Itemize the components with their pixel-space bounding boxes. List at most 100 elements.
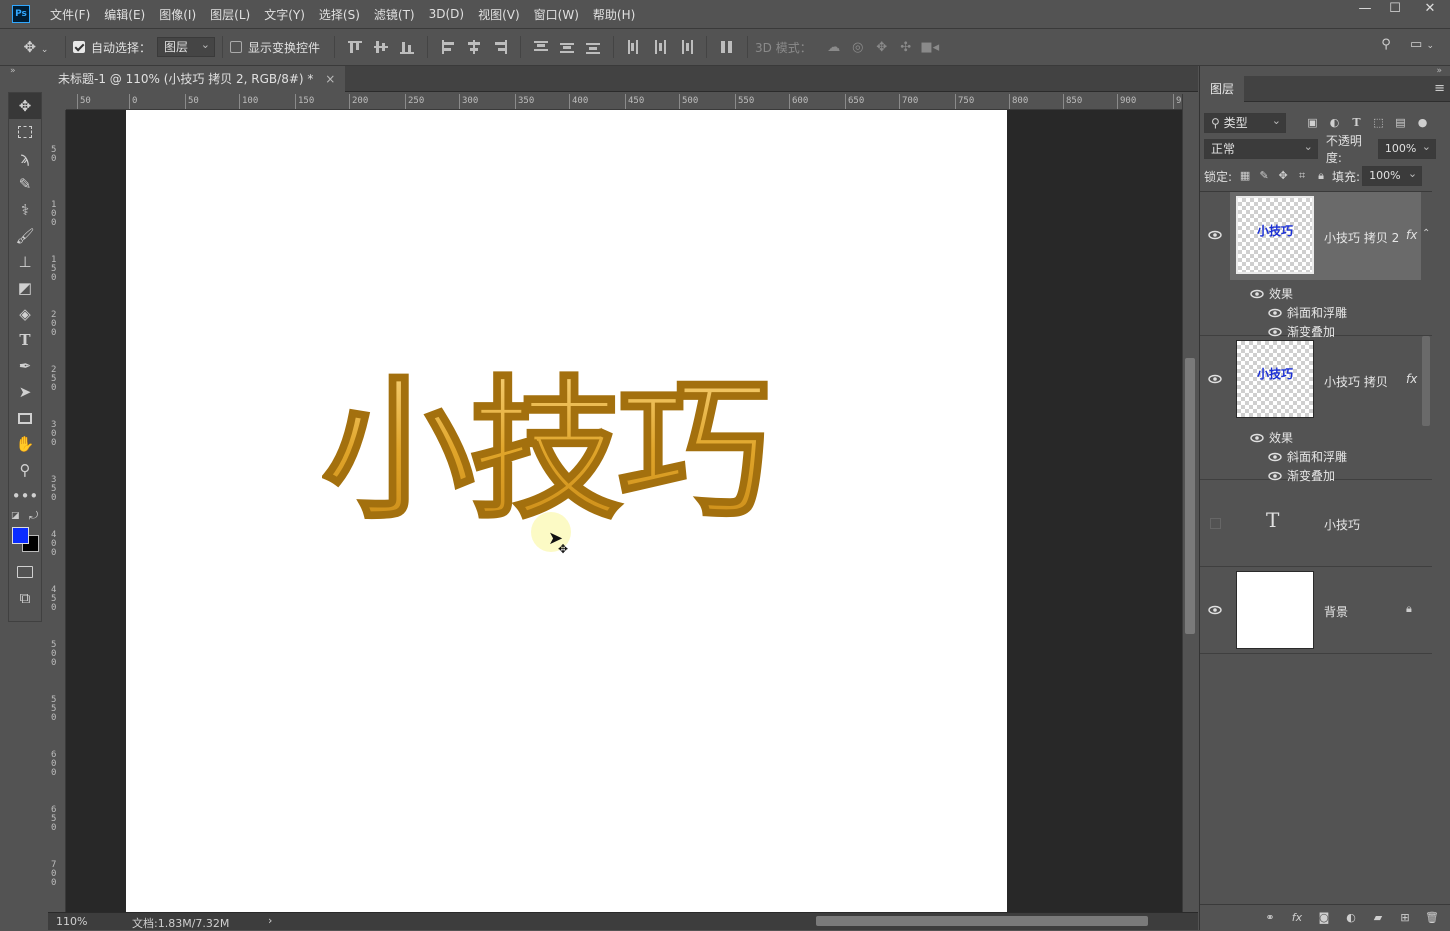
move-tool-icon[interactable]: ✥ (9, 93, 41, 119)
effect-bevel-emboss[interactable]: 斜面和浮雕 (1268, 448, 1347, 465)
layer-effects-fx-icon[interactable]: fx (1406, 228, 1417, 242)
distribute-vcenter-icon[interactable] (558, 38, 576, 56)
workspace-icon[interactable]: ▭ ⌄ (1405, 37, 1439, 52)
roll-3d-icon[interactable]: ◎ (846, 40, 870, 55)
filter-shape-icon[interactable]: ⬚ (1370, 114, 1387, 132)
link-layers-icon[interactable]: ⚭ (1261, 909, 1279, 927)
menu-layer[interactable]: 图层(L) (210, 6, 250, 23)
pan-3d-icon[interactable]: ✥ (870, 40, 894, 55)
layer-row[interactable]: T 小技巧 (1200, 480, 1432, 567)
add-style-fx-icon[interactable]: fx (1288, 909, 1306, 927)
swap-colors-icon[interactable]: ⤾ (29, 509, 38, 523)
filter-type-icon[interactable]: T (1348, 114, 1365, 132)
panel-collapse-icon[interactable]: » (1436, 66, 1442, 76)
maximize-button[interactable]: ☐ (1380, 0, 1410, 20)
show-transform-checkbox[interactable] (230, 41, 243, 53)
visibility-eye-icon[interactable] (1208, 230, 1224, 242)
layer-name[interactable]: 小技巧 (1324, 516, 1360, 533)
align-vcenter-icon[interactable] (372, 38, 390, 56)
auto-select-checkbox[interactable] (73, 41, 85, 53)
eraser-tool-icon[interactable]: ◩ (9, 275, 41, 301)
document-tab[interactable]: 未标题-1 @ 110% (小技巧 拷贝 2, RGB/8#) * × (48, 66, 346, 92)
fill-input[interactable]: 100% (1362, 165, 1423, 186)
search-icon[interactable]: ⚲ (1376, 37, 1396, 52)
lock-artboard-icon[interactable]: ⌗ (1293, 167, 1311, 185)
quick-mask-icon[interactable] (9, 559, 41, 585)
canvas-workspace[interactable]: 小技巧 ➤ ✥ (66, 110, 1182, 912)
horizontal-scrollbar[interactable] (284, 913, 1178, 931)
layer-lock-icon[interactable]: 🔒︎ (1406, 602, 1412, 616)
menu-3d[interactable]: 3D(D) (429, 7, 464, 21)
layers-scroll-thumb[interactable] (1422, 336, 1430, 426)
filter-kind-dropdown[interactable]: ⚲ 类型 (1204, 112, 1286, 133)
menu-select[interactable]: 选择(S) (319, 6, 360, 23)
new-layer-icon[interactable]: ⊞ (1396, 909, 1414, 927)
new-adjustment-icon[interactable]: ◐ (1342, 909, 1360, 927)
distribute-top-icon[interactable] (532, 38, 550, 56)
distribute-hcenter-icon[interactable] (651, 38, 669, 56)
menu-file[interactable]: 文件(F) (50, 6, 90, 23)
path-select-tool-icon[interactable]: ➤ (9, 379, 41, 405)
new-group-icon[interactable]: ▰ (1369, 909, 1387, 927)
distribute-left-icon[interactable] (625, 38, 643, 56)
layer-name[interactable]: 小技巧 拷贝 2 (1324, 229, 1399, 246)
filter-toggle-icon[interactable]: ● (1414, 114, 1431, 132)
effects-group[interactable]: 效果 (1250, 285, 1293, 302)
opacity-input[interactable]: 100% (1377, 138, 1436, 159)
layer-effects-fx-icon[interactable]: fx (1406, 372, 1417, 386)
menu-edit[interactable]: 编辑(E) (104, 6, 145, 23)
layer-name[interactable]: 小技巧 拷贝 (1324, 373, 1388, 390)
delete-layer-icon[interactable]: 🗑︎ (1423, 909, 1441, 927)
slide-3d-icon[interactable]: ✣ (894, 40, 918, 55)
foreground-color-swatch[interactable] (12, 527, 29, 544)
vertical-scrollbar[interactable] (1182, 94, 1197, 912)
move-tool-preset-icon[interactable]: ✥ ⌄ (14, 38, 58, 56)
zoom-tool-icon[interactable]: ⚲ (9, 457, 41, 483)
filter-pixel-icon[interactable]: ▣ (1304, 114, 1321, 132)
collapse-effects-icon[interactable]: ⌃ (1422, 228, 1430, 239)
scale-3d-icon[interactable]: ■◂ (918, 40, 942, 55)
align-hcenter-icon[interactable] (465, 38, 483, 56)
paint-bucket-tool-icon[interactable]: ◈ (9, 301, 41, 327)
hand-tool-icon[interactable]: ✋ (9, 431, 41, 457)
toolbox-collapse-icon[interactable]: » (10, 66, 16, 76)
lock-image-icon[interactable]: ✎ (1255, 167, 1273, 185)
visibility-eye-icon[interactable] (1208, 374, 1224, 386)
document-canvas[interactable]: 小技巧 ➤ ✥ (126, 110, 1007, 912)
type-layer-icon[interactable]: T (1266, 508, 1279, 532)
rectangle-tool-icon[interactable] (9, 405, 41, 431)
add-mask-icon[interactable]: ◙ (1315, 909, 1333, 927)
auto-select-target-dropdown[interactable]: 图层 (157, 36, 216, 57)
filter-adjustment-icon[interactable]: ◐ (1326, 114, 1343, 132)
document-close-icon[interactable]: × (325, 72, 335, 86)
panel-menu-icon[interactable]: ≡ (1434, 81, 1445, 96)
close-button[interactable]: ✕ (1410, 0, 1450, 20)
vertical-scroll-thumb[interactable] (1185, 358, 1195, 634)
layer-name[interactable]: 背景 (1324, 603, 1348, 620)
menu-help[interactable]: 帮助(H) (593, 6, 635, 23)
blend-mode-dropdown[interactable]: 正常 (1204, 138, 1318, 159)
menu-window[interactable]: 窗口(W) (534, 6, 579, 23)
effects-group[interactable]: 效果 (1250, 429, 1293, 446)
layers-tab[interactable]: 图层 (1200, 76, 1245, 102)
align-left-icon[interactable] (439, 38, 457, 56)
menu-view[interactable]: 视图(V) (478, 6, 520, 23)
horizontal-scroll-thumb[interactable] (816, 916, 1148, 926)
menu-filter[interactable]: 滤镜(T) (374, 6, 415, 23)
horizontal-ruler[interactable]: 50 0 50 100 150 200 250 300 350 400 450 500 550 600 65… (66, 94, 1182, 110)
menu-image[interactable]: 图像(I) (159, 6, 196, 23)
more-tools-icon[interactable]: ••• (9, 483, 41, 509)
gold-text-artwork[interactable]: 小技巧 (322, 355, 802, 536)
menu-type[interactable]: 文字(Y) (264, 6, 305, 23)
layer-thumbnail[interactable]: 小技巧 (1236, 196, 1314, 274)
align-top-icon[interactable] (346, 38, 364, 56)
visibility-eye-icon[interactable] (1208, 605, 1224, 617)
layer-row[interactable]: 背景 🔒︎ (1200, 567, 1432, 654)
orbit-3d-icon[interactable]: ☁ (822, 40, 846, 55)
effect-bevel-emboss[interactable]: 斜面和浮雕 (1268, 304, 1347, 321)
screen-mode-icon[interactable]: ⧉ (9, 585, 41, 611)
distribute-right-icon[interactable] (677, 38, 695, 56)
eyedropper-tool-icon[interactable]: ⚕ (9, 197, 41, 223)
vertical-ruler[interactable]: 5 0 1 0 0 1 5 0 2 0 0 2 5 0 3 0 0 3 5 0 4 0 0 4 … (48, 110, 66, 912)
visibility-toggle-empty[interactable] (1210, 518, 1221, 529)
